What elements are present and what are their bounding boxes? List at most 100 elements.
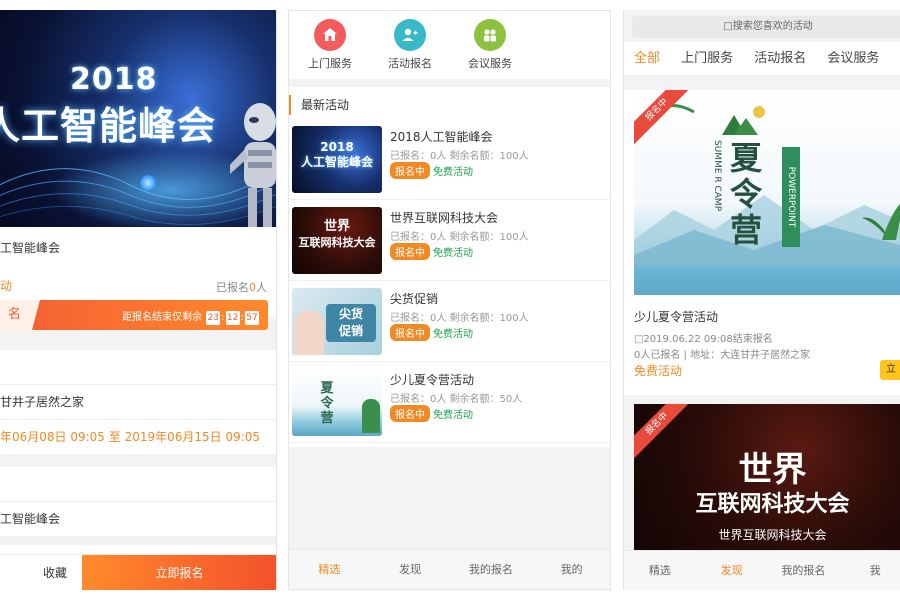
activity-meta: 已报名：0人 剩余名额：50人 [390, 394, 523, 405]
activity-card-image[interactable]: 世界 互联网科技大会 世界互联网科技大会 报名中 [634, 404, 900, 554]
section-gap [0, 455, 276, 467]
banner-year: 2018 [70, 62, 158, 97]
tab-featured[interactable]: 精选 [624, 551, 696, 590]
countdown-hours: 23 [206, 311, 221, 325]
summer-camp-en-text: SUMME R CAMP [712, 140, 722, 212]
free-label: 动 [0, 279, 13, 293]
activity-title: 少儿夏令营活动 [390, 373, 475, 387]
tab-my-signups[interactable]: 我的报名 [768, 551, 840, 590]
status-ribbon: 报名中 [634, 90, 694, 150]
info-row-1 [0, 350, 276, 385]
activity-title: 2018人工智能峰会 [390, 130, 493, 144]
price-label: 免费活动 [433, 329, 473, 340]
tab-meeting-service[interactable]: 会议服务 [827, 42, 879, 76]
event-banner-image: 2018 人工智能峰会 [0, 10, 276, 227]
status-badge: 报名中 [390, 162, 430, 179]
tab-my-signups[interactable]: 我的报名 [451, 550, 532, 589]
discover-panel: □搜索您喜欢的活动 全部 上门服务 活动报名 会议服务 夏令营 SUMME R … [623, 10, 900, 590]
countdown-minutes: 12 [225, 311, 240, 325]
search-input[interactable]: □搜索您喜欢的活动 [632, 16, 900, 38]
countdown-timer: 距报名结束仅剩余 23:12:57 [122, 311, 259, 325]
status-badge: 报名中 [390, 324, 430, 341]
activity-meta: 已报名：0人 剩余名额：100人 [390, 313, 529, 324]
activity-meta: 已报名：0人 剩余名额：100人 [390, 151, 529, 162]
tab-me[interactable]: 我 [839, 551, 900, 590]
activity-tags: 报名中 免费活动 [390, 405, 473, 422]
section-gap [0, 340, 276, 350]
robot-illustration [230, 103, 276, 227]
signed-number: 0 [249, 281, 256, 294]
card-price: 免费活动 [634, 364, 683, 378]
summer-camp-image: 夏令营 SUMME R CAMP POWERPOINT 报名中 [634, 90, 900, 295]
tab-activity-signup[interactable]: 活动报名 [754, 42, 806, 76]
signed-count: 已报名0人 [216, 279, 267, 295]
countdown-bar: 名 距报名结束仅剩余 23:12:57 [0, 300, 268, 330]
ribbon-label: 报名中 [634, 90, 694, 148]
activity-card[interactable]: 夏令营 SUMME R CAMP POWERPOINT 报名中 少儿夏令营活动 … [624, 90, 900, 395]
signed-prefix: 已报名 [216, 281, 249, 294]
summer-camp-title-graphic: 夏令营 [729, 139, 762, 249]
price-label: 免费活动 [433, 167, 473, 178]
category-tabs: 全部 上门服务 活动报名 会议服务 [624, 42, 900, 76]
event-title: 工智能峰会 [0, 241, 61, 255]
status-badge: 报名中 [390, 243, 430, 260]
nav-meeting-service[interactable]: 会议服务 [455, 19, 525, 71]
banner-orb [140, 175, 156, 191]
list-item[interactable]: 2018 人工智能峰会 2018人工智能峰会 已报名：0人 剩余名额：100人 报… [289, 120, 610, 200]
countdown-seconds: 57 [245, 311, 259, 325]
address-row: 甘井子居然之家 [0, 385, 276, 420]
activity-thumbnail: 2018 人工智能峰会 [292, 126, 382, 193]
nav-label: 活动报名 [388, 57, 432, 70]
bottom-tabbar: 精选 发现 我的报名 我的 [289, 549, 610, 589]
powerpoint-tag: POWERPOINT [782, 147, 800, 247]
card2-title-medium: 互联网科技大会 [695, 492, 850, 517]
card-date: □2019.06.22 09:08结束报名 [634, 334, 773, 345]
activity-list-panel: 上门服务 活动报名 会议服务 最新活动 2018 人工智能峰会 2018人工智能… [288, 10, 611, 590]
banner-title: 人工智能峰会 [0, 104, 217, 148]
section-gap [0, 537, 276, 545]
tab-all[interactable]: 全部 [634, 42, 660, 76]
tab-discover[interactable]: 发现 [696, 551, 768, 590]
list-item[interactable]: 世界 互联网科技大会 世界互联网科技大会 已报名：0人 剩余名额：100人 报名中… [289, 201, 610, 281]
card-title: 少儿夏令营活动 [634, 310, 719, 324]
signup-button[interactable]: 立 [880, 360, 900, 380]
status-ribbon: 报名中 [634, 404, 694, 464]
activity-thumbnail: 世界 互联网科技大会 [292, 207, 382, 274]
info-row-4 [0, 467, 276, 502]
event-name-row: 工智能峰会 [0, 502, 276, 537]
countdown-label: 距报名结束仅剩余 [122, 312, 203, 323]
nav-home-service[interactable]: 上门服务 [295, 19, 365, 71]
service-nav: 上门服务 活动报名 会议服务 [289, 11, 610, 79]
nav-activity-signup[interactable]: 活动报名 [375, 19, 445, 71]
event-detail-panel: 2018 人工智能峰会 工智能峰会 动 已报名0人 名 距报名结束仅剩余 23 [0, 10, 277, 590]
latest-activities: 最新活动 2018 人工智能峰会 2018人工智能峰会 已报名：0人 剩余名额：1… [289, 87, 610, 447]
ribbon-label: 报名中 [634, 404, 694, 462]
join-now-button[interactable]: 立即报名 [82, 555, 276, 590]
activity-thumbnail: 夏令营 [292, 369, 382, 436]
tab-me[interactable]: 我的 [531, 550, 610, 589]
list-item[interactable]: 尖货 促销 尖货促销 已报名：0人 剩余名额：100人 报名中 免费活动 [289, 282, 610, 362]
tab-featured[interactable]: 精选 [289, 550, 370, 589]
time-range-row: 年06月08日 09:05 至 2019年06月15日 09:05 [0, 420, 276, 455]
status-badge: 报名中 [390, 405, 430, 422]
price-label: 免费活动 [433, 410, 473, 421]
activity-tags: 报名中 免费活动 [390, 324, 473, 341]
activity-title: 尖货促销 [390, 292, 439, 306]
bottom-tabbar: 精选 发现 我的报名 我 [624, 550, 900, 590]
tab-home-service[interactable]: 上门服务 [681, 42, 733, 76]
activity-thumbnail: 尖货 促销 [292, 288, 382, 355]
list-item[interactable]: 夏令营 少儿夏令营活动 已报名：0人 剩余名额：50人 报名中 免费活动 [289, 363, 610, 443]
screenshot-stage: 2018 人工智能峰会 工智能峰会 动 已报名0人 名 距报名结束仅剩余 23 [0, 0, 900, 600]
activity-meta: 已报名：0人 剩余名额：100人 [390, 232, 529, 243]
signed-suffix: 人 [256, 281, 267, 294]
favorite-button[interactable]: 收藏 [30, 555, 80, 590]
nav-label: 上门服务 [308, 57, 352, 70]
house-icon [314, 19, 346, 51]
card-address: 0人已报名 | 地址：大连甘井子居然之家 [634, 350, 811, 361]
group-icon [474, 19, 506, 51]
section-title: 最新活动 [289, 95, 349, 115]
countdown-tag: 名 [0, 300, 40, 330]
activity-tags: 报名中 免费活动 [390, 243, 473, 260]
nav-label: 会议服务 [468, 57, 512, 70]
tab-discover[interactable]: 发现 [370, 550, 451, 589]
